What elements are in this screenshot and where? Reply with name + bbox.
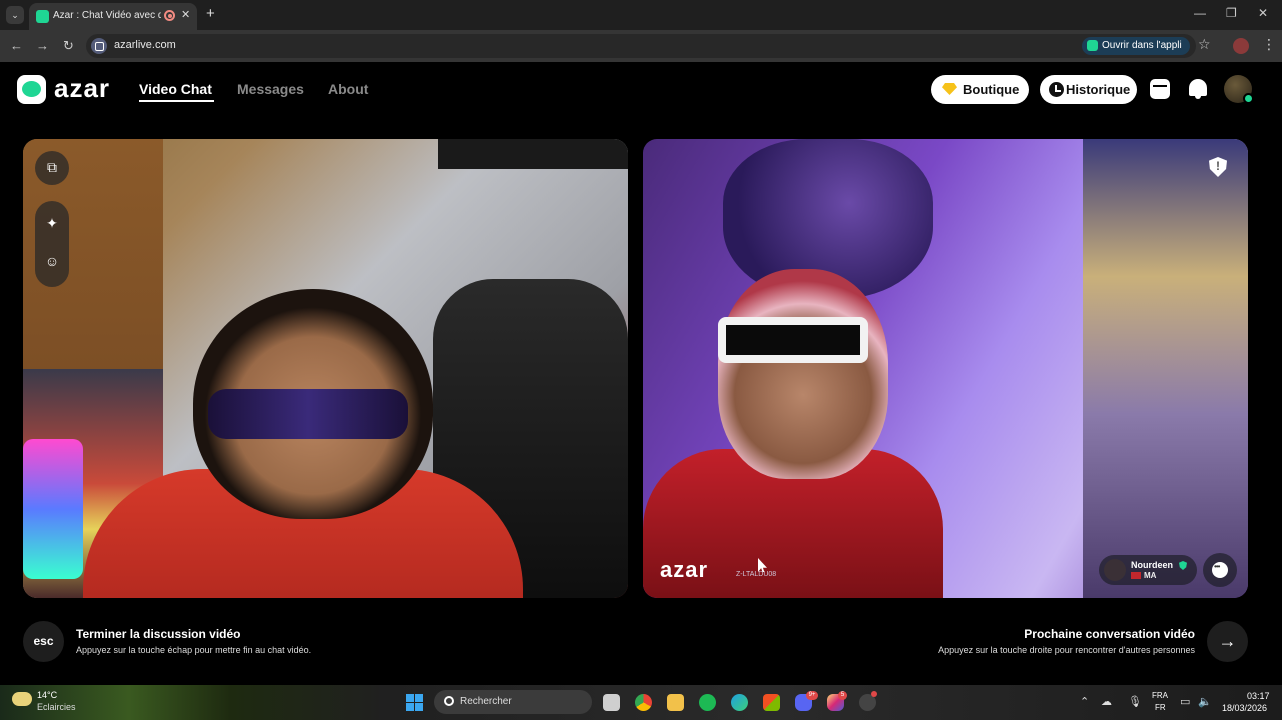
weather-temperature[interactable]: 14°C — [37, 690, 57, 700]
url-text: azarlive.com — [114, 39, 176, 51]
windows-taskbar: 14°C Eclaircies Rechercher 9+ 5 ⌃ ☁ 🎙 FR… — [0, 685, 1282, 720]
tab-title: Azar : Chat Vidéo avec de n — [53, 10, 161, 21]
reload-icon[interactable]: ↻ — [63, 38, 74, 54]
rgb-speaker-image — [23, 439, 83, 579]
azar-watermark-logo: azar — [660, 557, 709, 582]
sunglasses-image — [208, 389, 408, 439]
clock-time[interactable]: 03:17 — [1247, 691, 1270, 701]
back-icon[interactable]: ← — [10, 38, 23, 53]
bookmark-star-icon[interactable]: ☆ — [1198, 36, 1211, 53]
close-tab-icon[interactable]: ✕ — [181, 8, 190, 21]
chrome-icon[interactable] — [635, 694, 652, 711]
end-chat-subtitle: Appuyez sur la touche échap pour mettre … — [76, 645, 312, 655]
azar-favicon-icon — [36, 10, 49, 23]
task-view-icon[interactable] — [603, 694, 620, 711]
browser-menu-icon[interactable]: ⋮ — [1262, 36, 1276, 53]
browser-tab-bar: ⌄ Azar : Chat Vidéo avec de n ✕ + — ❐ ✕ — [0, 0, 1282, 30]
online-status-badge — [1243, 93, 1254, 104]
nav-messages[interactable]: Messages — [237, 81, 304, 97]
volume-icon[interactable]: 🔈 — [1198, 695, 1212, 708]
spotify-icon[interactable] — [699, 694, 716, 711]
magic-wand-icon[interactable]: ✦ — [35, 215, 69, 232]
recording-icon — [164, 10, 175, 21]
partner-avatar — [1104, 559, 1126, 581]
azar-app-icon — [1087, 40, 1098, 51]
history-button[interactable]: Historique — [1040, 75, 1137, 104]
nav-active-indicator — [139, 100, 214, 102]
second-person-image — [1083, 139, 1248, 598]
azar-logo-icon[interactable] — [17, 75, 46, 104]
forward-icon[interactable]: → — [36, 38, 49, 53]
partner-watermark-id: Z-LTALDU08 — [736, 571, 777, 578]
extension-icon[interactable] — [1233, 38, 1249, 54]
white-sunglasses-image — [718, 317, 868, 363]
pip-toggle-button[interactable]: ⧉ — [35, 151, 69, 185]
shop-label: Boutique — [963, 82, 1020, 97]
end-chat-esc-button[interactable]: esc — [23, 621, 64, 662]
keyboard-layout[interactable]: FR — [1155, 703, 1166, 712]
open-in-app-button[interactable]: Ouvrir dans l'appli — [1082, 37, 1190, 55]
open-in-app-label: Ouvrir dans l'appli — [1102, 40, 1182, 51]
tab-search-dropdown-icon[interactable]: ⌄ — [6, 6, 24, 24]
partner-video-panel: azar Z-LTALDU08 Nourdeen MA — [643, 139, 1248, 598]
network-icon[interactable]: ▭ — [1180, 695, 1190, 708]
shop-button[interactable]: Boutique — [931, 75, 1029, 104]
tray-overflow-icon[interactable]: ⌃ — [1080, 695, 1089, 708]
nav-video-chat[interactable]: Video Chat — [139, 81, 212, 97]
taskbar-search-box[interactable]: Rechercher — [434, 690, 592, 714]
partner-country: MA — [1144, 571, 1157, 580]
keyboard-language[interactable]: FRA — [1152, 691, 1168, 700]
nav-about[interactable]: About — [328, 81, 368, 97]
search-placeholder: Rechercher — [460, 696, 512, 707]
weather-sun-cloud-icon[interactable] — [12, 692, 32, 706]
edge-icon[interactable] — [731, 694, 748, 711]
next-chat-arrow-button[interactable]: → — [1207, 621, 1248, 662]
inventory-box-icon[interactable] — [1150, 79, 1170, 99]
partner-profile-chip[interactable]: Nourdeen MA — [1099, 555, 1197, 585]
new-tab-icon[interactable]: + — [206, 5, 215, 22]
effects-toolbar: ✦ ☺ — [35, 201, 69, 287]
monitor-image — [438, 139, 628, 169]
openai-alert-dot — [871, 691, 877, 697]
next-chat-subtitle: Appuyez sur la touche droite pour rencon… — [938, 645, 1195, 655]
onedrive-icon[interactable]: ☁ — [1101, 695, 1112, 708]
minimize-icon[interactable]: — — [1194, 6, 1206, 20]
history-label: Historique — [1066, 82, 1131, 97]
end-chat-title: Terminer la discussion vidéo — [76, 627, 241, 641]
microsoft-store-icon[interactable] — [763, 694, 780, 711]
file-explorer-icon[interactable] — [667, 694, 684, 711]
close-window-icon[interactable]: ✕ — [1258, 6, 1268, 20]
browser-tab[interactable]: Azar : Chat Vidéo avec de n ✕ — [29, 3, 197, 30]
site-info-icon[interactable] — [91, 38, 107, 54]
next-chat-title: Prochaine conversation vidéo — [1024, 627, 1195, 641]
weather-condition[interactable]: Eclaircies — [37, 702, 76, 712]
morocco-flag-icon — [1131, 572, 1141, 579]
notification-bell-icon[interactable] — [1189, 79, 1207, 99]
restore-icon[interactable]: ❐ — [1226, 6, 1237, 20]
partner-name: Nourdeen — [1131, 560, 1174, 570]
open-chat-button[interactable] — [1203, 553, 1237, 587]
chat-bubble-icon — [1212, 562, 1228, 578]
picture-in-picture-icon: ⧉ — [47, 159, 57, 175]
face-mask-icon[interactable]: ☺ — [35, 253, 69, 269]
self-video-panel: ⧉ ✦ ☺ — [23, 139, 628, 598]
address-bar[interactable]: azarlive.com Ouvrir dans l'appli ☆ — [86, 34, 1211, 58]
clock-icon — [1049, 82, 1064, 97]
gem-icon — [942, 83, 957, 95]
person-keffiyeh-image — [718, 269, 888, 479]
windows-start-icon[interactable] — [406, 694, 423, 711]
discord-badge: 9+ — [806, 691, 818, 700]
verified-shield-icon — [1179, 561, 1187, 570]
browser-toolbar: ← → ↻ azarlive.com Ouvrir dans l'appli ☆ — [0, 30, 1282, 62]
azar-logo-text[interactable]: azar — [54, 73, 110, 104]
clock-date[interactable]: 18/03/2026 — [1222, 703, 1267, 713]
search-icon — [444, 696, 454, 706]
microphone-icon[interactable]: 🎙 — [1128, 695, 1142, 708]
instagram-badge: 5 — [838, 691, 847, 700]
